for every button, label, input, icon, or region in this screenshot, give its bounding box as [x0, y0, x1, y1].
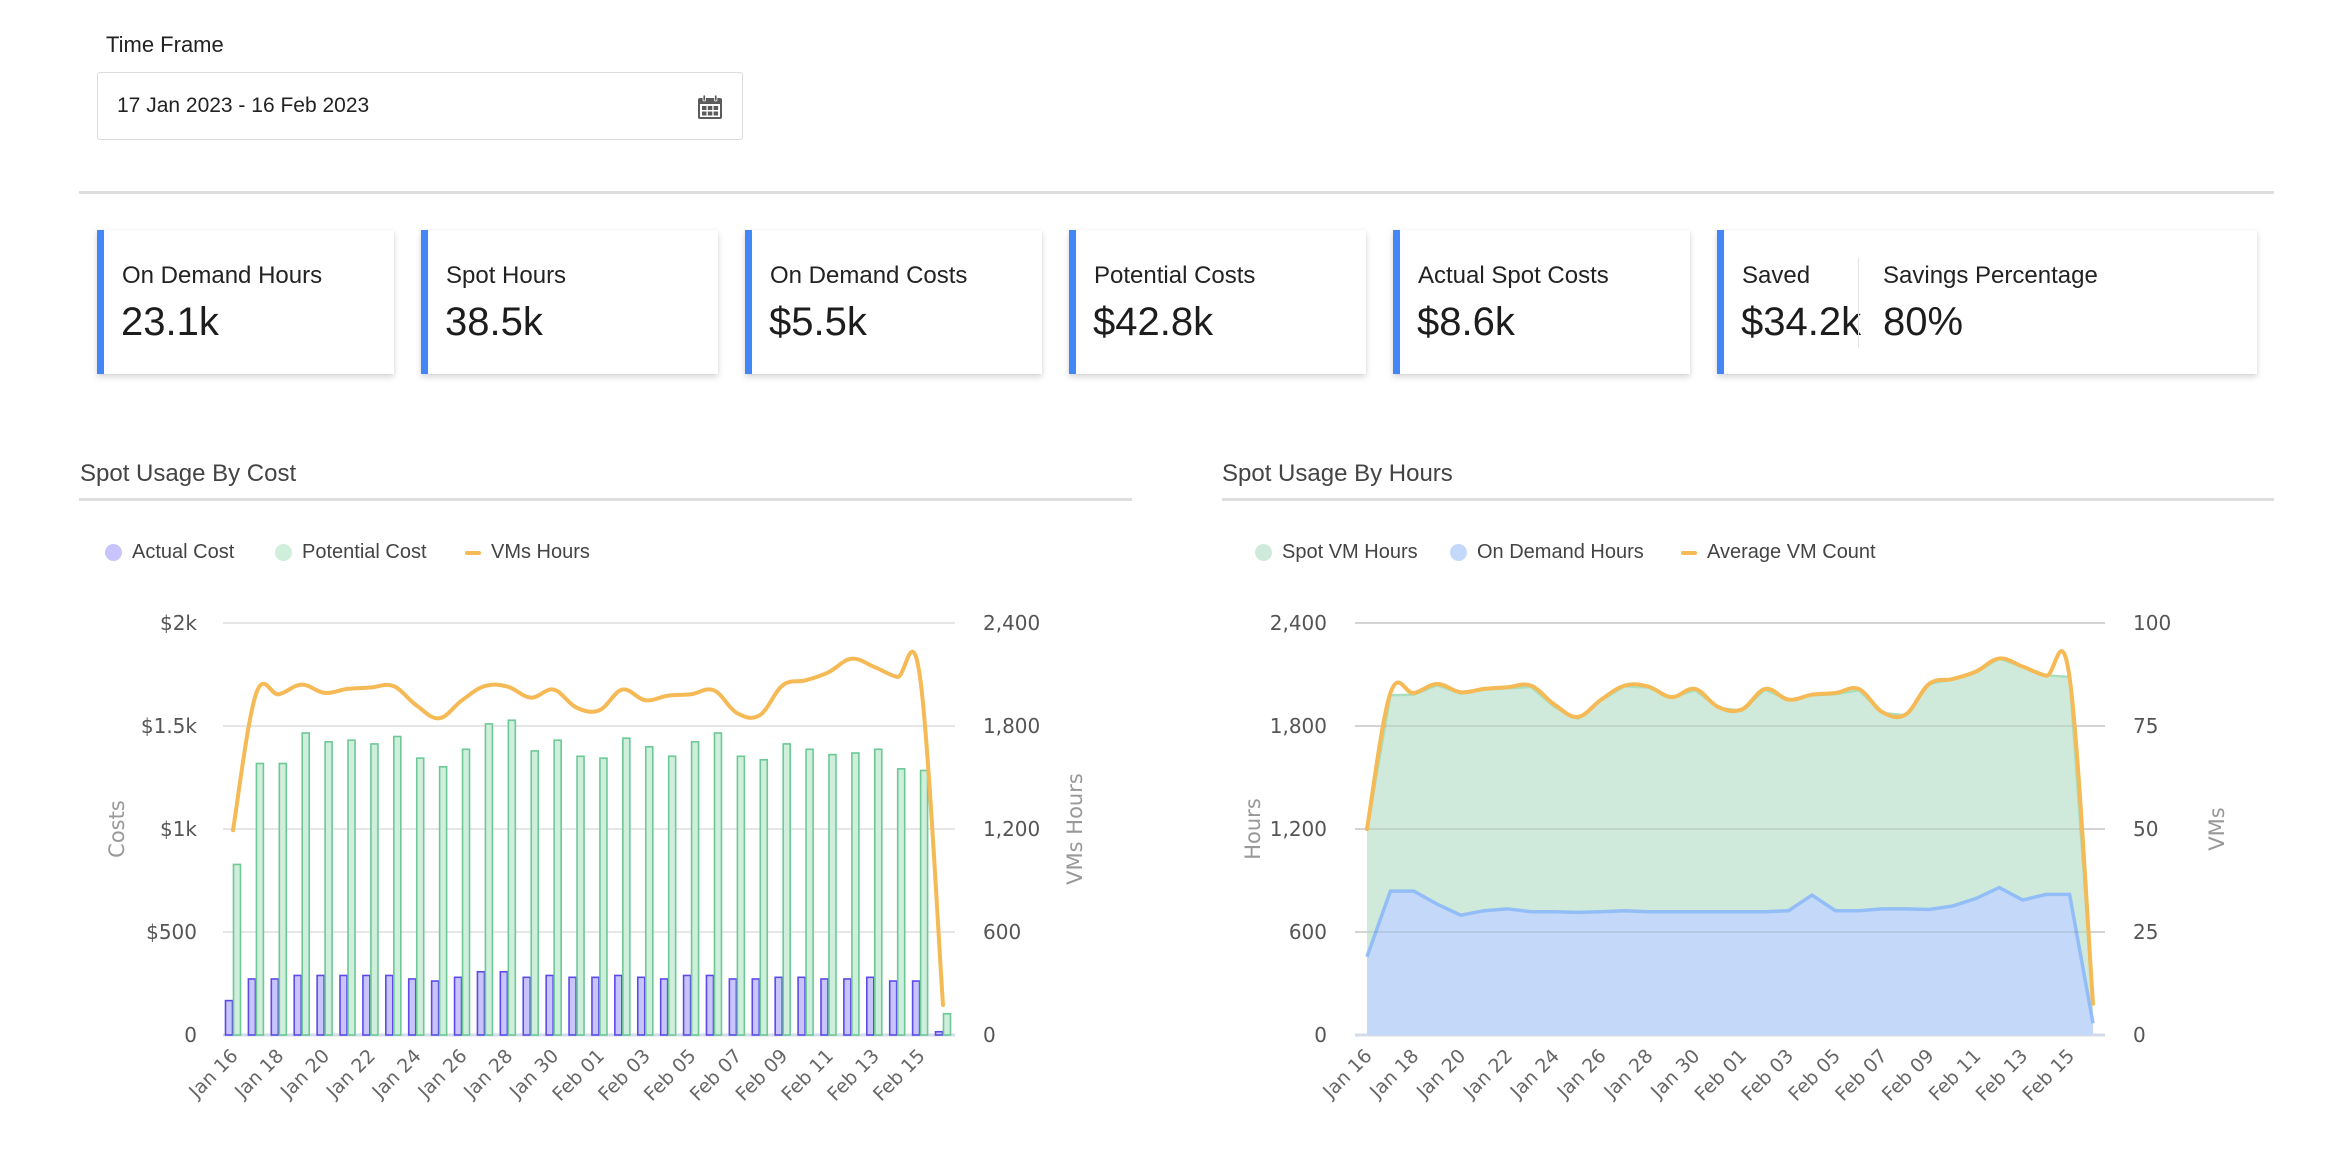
y2-tick-label: 50	[2133, 817, 2158, 841]
x-tick-label: Feb 05	[1784, 1045, 1845, 1106]
y-tick-label: 0	[1314, 1023, 1327, 1047]
y-tick-label: 2,400	[1270, 611, 1327, 635]
y-tick-label: 1,200	[1270, 817, 1327, 841]
chart-spot-usage-by-hours: 0 0 600 25 1,200 50 1,800 75 2,400 100 Hours VMs Jan…	[1241, 611, 2229, 1106]
x-tick-label: Feb 07	[1831, 1045, 1892, 1106]
x-tick-label: Jan 22	[1459, 1045, 1517, 1103]
x-tick-label: Feb 01	[1691, 1045, 1752, 1106]
y2-axis-title: VMs	[2205, 807, 2229, 850]
x-tick-label: Feb 15	[2018, 1045, 2079, 1106]
y2-tick-label: 25	[2133, 920, 2158, 944]
x-tick-label: Jan 16	[1318, 1045, 1376, 1103]
x-tick-label: Jan 20	[1412, 1045, 1470, 1103]
x-tick-label: Jan 24	[1506, 1045, 1564, 1103]
y2-tick-label: 75	[2133, 714, 2158, 738]
y-tick-label: 1,800	[1270, 714, 1327, 738]
x-tick-label: Jan 26	[1552, 1045, 1610, 1103]
y-axis-title: Hours	[1241, 798, 1265, 860]
x-tick-label: Feb 11	[1925, 1045, 1986, 1106]
x-tick-label: Jan 18	[1365, 1045, 1423, 1103]
y2-tick-label: 0	[2133, 1023, 2146, 1047]
x-tick-label: Feb 09	[1878, 1045, 1939, 1106]
x-tick-label: Jan 28	[1599, 1045, 1657, 1103]
y-tick-label: 600	[1289, 920, 1327, 944]
y2-tick-label: 100	[2133, 611, 2171, 635]
x-tick-label: Feb 13	[1972, 1045, 2033, 1106]
x-tick-label: Feb 03	[1737, 1045, 1798, 1106]
